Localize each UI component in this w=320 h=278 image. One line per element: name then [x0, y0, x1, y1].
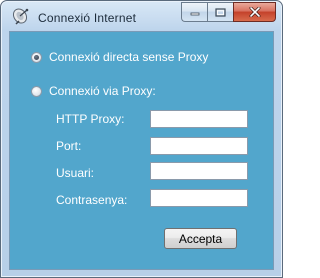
password-label: Contrasenya:: [56, 193, 128, 207]
radio-direct-connection[interactable]: Connexió directa sense Proxy: [31, 50, 208, 64]
window-title: Connexió Internet: [38, 11, 137, 25]
port-label: Port:: [56, 139, 82, 153]
title-bar[interactable]: Connexió Internet: [1, 1, 282, 31]
radio-proxy-connection[interactable]: Connexió via Proxy:: [31, 84, 156, 98]
http-proxy-label: HTTP Proxy:: [56, 112, 125, 126]
user-label: Usuari:: [56, 166, 95, 180]
accept-button[interactable]: Accepta: [164, 228, 237, 249]
close-button[interactable]: [233, 2, 276, 22]
user-input[interactable]: [150, 162, 248, 180]
dialog-window: Connexió Internet Connexió directa sense…: [0, 0, 283, 278]
radio-direct-label[interactable]: Connexió directa sense Proxy: [49, 50, 208, 64]
minimize-icon: [190, 12, 199, 16]
dialog-client-area: Connexió directa sense Proxy Connexió vi…: [9, 31, 274, 270]
password-input[interactable]: [150, 189, 248, 207]
http-proxy-input[interactable]: [150, 110, 248, 128]
satellite-dish-icon: [12, 8, 29, 25]
maximize-button[interactable]: [207, 2, 233, 22]
port-input[interactable]: [150, 137, 248, 155]
radio-button-unselected[interactable]: [31, 85, 42, 97]
minimize-button[interactable]: [181, 2, 207, 22]
radio-button-selected[interactable]: [31, 51, 42, 63]
maximize-icon: [215, 7, 226, 17]
close-icon: [249, 7, 260, 17]
caption-buttons: [181, 2, 276, 22]
radio-proxy-label[interactable]: Connexió via Proxy:: [49, 84, 156, 98]
